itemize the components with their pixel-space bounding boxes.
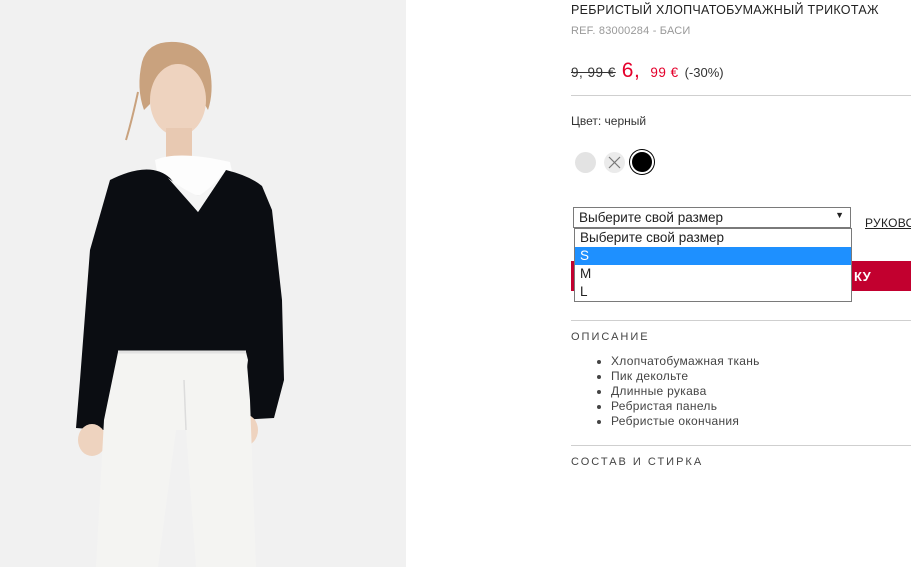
size-dropdown-list[interactable]: Выберите свой размер S M L — [574, 228, 852, 302]
sale-price-integer: 6, — [621, 59, 641, 82]
add-to-cart-label: КУ — [854, 269, 871, 284]
composition-heading[interactable]: СОСТАВ И СТИРКА — [571, 456, 703, 468]
chevron-down-icon: ▼ — [835, 210, 844, 220]
list-item: Пик декольте — [611, 369, 760, 384]
description-list: Хлопчатобумажная ткань Пик декольте Длин… — [597, 354, 760, 429]
size-option-m[interactable]: M — [575, 265, 851, 283]
sale-price-decimal: 99 € — [650, 65, 679, 80]
product-image — [0, 0, 406, 567]
color-label: Цвет: черный — [571, 114, 647, 128]
price-row: 9, 99 € 6, 99 € (-30%) — [571, 59, 724, 87]
list-item: Ребристые окончания — [611, 414, 760, 429]
size-option-l[interactable]: L — [575, 283, 851, 301]
list-item: Хлопчатобумажная ткань — [611, 354, 760, 369]
color-swatch-black[interactable] — [630, 150, 654, 174]
cross-icon — [608, 156, 621, 169]
discount-badge: (-30%) — [684, 65, 724, 80]
old-price: 9, 99 € — [571, 65, 616, 80]
color-swatch-light-grey[interactable] — [575, 152, 596, 173]
size-guide-link[interactable]: РУКОВО — [865, 216, 911, 230]
description-heading[interactable]: ОПИСАНИЕ — [571, 331, 650, 343]
list-item: Ребристая панель — [611, 399, 760, 414]
list-item: Длинные рукава — [611, 384, 760, 399]
color-swatch-unavailable[interactable] — [604, 152, 625, 173]
size-select-value: Выберите свой размер — [579, 210, 724, 225]
product-title: РЕБРИСТЫЙ ХЛОПЧАТОБУМАЖНЫЙ ТРИКОТАЖ — [571, 3, 879, 17]
size-option-s[interactable]: S — [575, 247, 851, 265]
size-option-placeholder[interactable]: Выберите свой размер — [575, 229, 851, 247]
product-ref: REF. 83000284 - БАСИ — [571, 25, 691, 37]
size-select[interactable]: Выберите свой размер ▼ — [573, 207, 851, 228]
divider — [571, 320, 911, 321]
divider — [571, 95, 911, 96]
divider — [571, 445, 911, 446]
